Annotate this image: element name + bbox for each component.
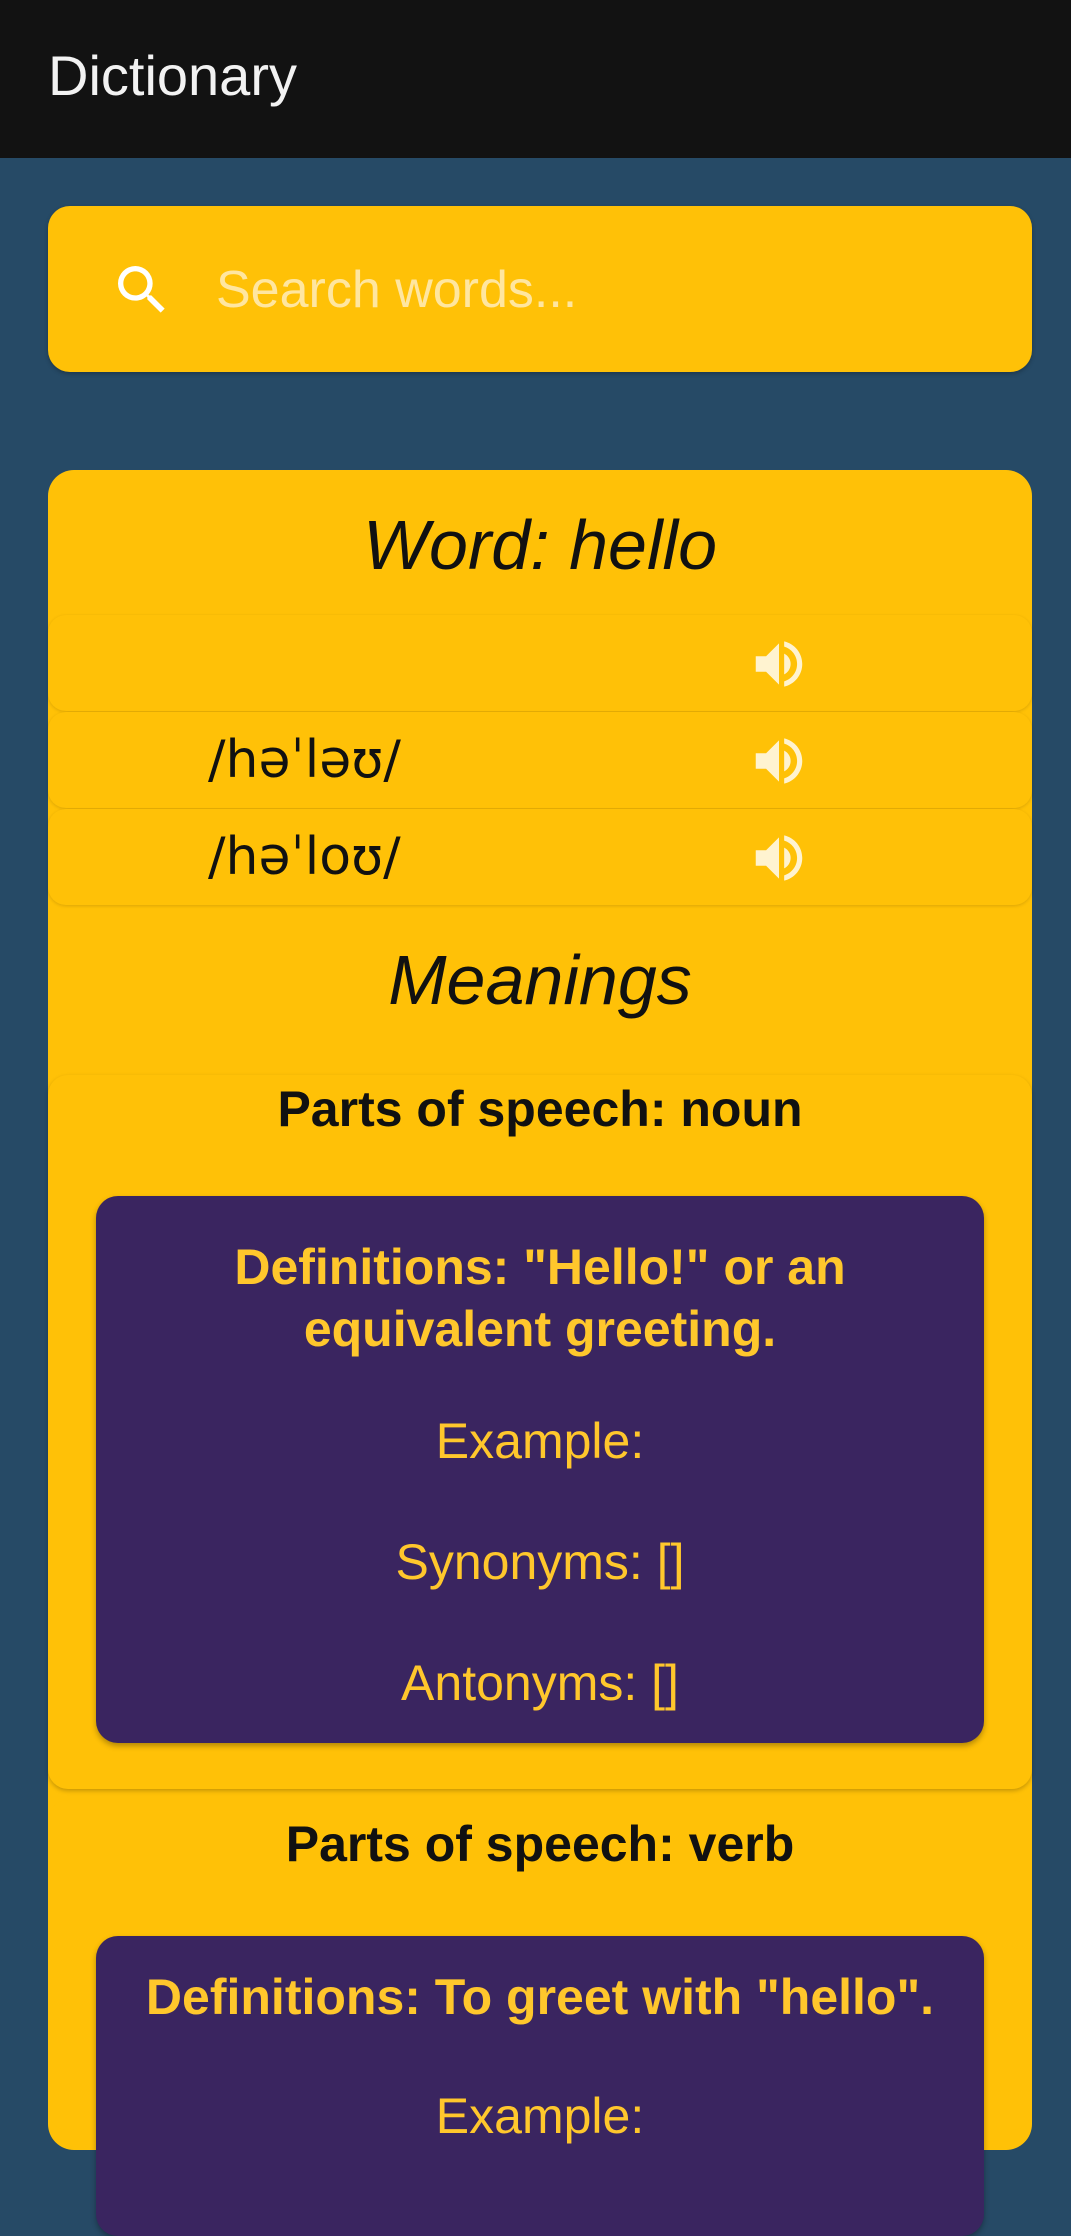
phonetic-text: /həˈləʊ/ bbox=[208, 730, 401, 790]
phonetic-text: /həˈloʊ/ bbox=[208, 827, 401, 887]
speaker-icon[interactable] bbox=[748, 633, 810, 695]
meaning-block-verb: Parts of speech: verb Definitions: To gr… bbox=[48, 1800, 1032, 2236]
meanings-title: Meanings bbox=[388, 941, 692, 1019]
definition-card: Definitions: To greet with "hello". Exam… bbox=[96, 1936, 984, 2236]
definition-card: Definitions: "Hello!" or an equivalent g… bbox=[96, 1196, 984, 1743]
search-input[interactable] bbox=[216, 250, 996, 330]
phonetic-row[interactable]: /həˈləʊ/ bbox=[48, 712, 1032, 808]
part-of-speech: Parts of speech: noun bbox=[277, 1081, 803, 1137]
antonyms-text: Antonyms: [] bbox=[401, 1655, 679, 1711]
app-title: Dictionary bbox=[48, 44, 297, 107]
speaker-icon[interactable] bbox=[748, 827, 810, 889]
example-text: Example: bbox=[435, 1413, 645, 1469]
part-of-speech: Parts of speech: verb bbox=[285, 1816, 795, 1872]
synonyms-text: Synonyms: [] bbox=[395, 1534, 685, 1590]
search-icon[interactable] bbox=[110, 258, 174, 322]
meaning-block-noun: Parts of speech: noun Definitions: "Hell… bbox=[48, 1075, 1032, 1789]
definition-text: Definitions: To greet with "hello". bbox=[145, 1969, 935, 2025]
definition-text: Definitions: "Hello!" or an equivalent g… bbox=[234, 1239, 846, 1357]
example-text: Example: bbox=[435, 2088, 645, 2144]
phonetic-row[interactable] bbox=[48, 615, 1032, 711]
word-title: Word: hello bbox=[362, 506, 718, 584]
phonetic-row[interactable]: /həˈloʊ/ bbox=[48, 809, 1032, 905]
speaker-icon[interactable] bbox=[748, 730, 810, 792]
app-bar: Dictionary bbox=[0, 0, 1071, 158]
